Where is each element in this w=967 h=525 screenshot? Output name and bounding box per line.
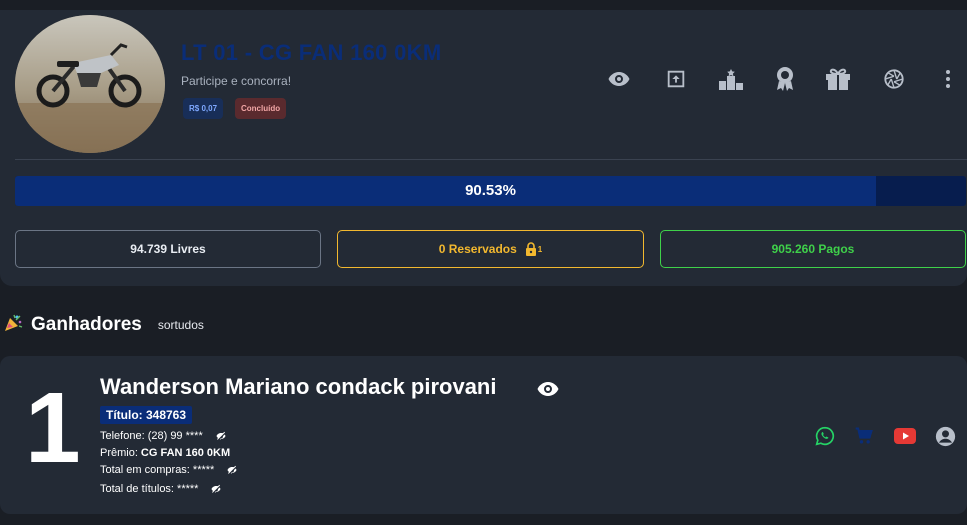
raffle-image — [15, 15, 165, 153]
eye-off-icon[interactable] — [210, 483, 222, 495]
reserved-numbers-label: 0 Reservados — [438, 242, 517, 256]
party-popper-icon — [3, 313, 23, 338]
lock-icon — [525, 242, 536, 256]
winner-phone-row: Telefone: (28) 99 **** — [100, 430, 227, 442]
more-vert-icon[interactable] — [935, 66, 961, 92]
divider — [15, 159, 967, 160]
reserved-numbers-button[interactable]: 0 Reservados 1 — [337, 230, 644, 268]
eye-icon[interactable] — [606, 66, 632, 92]
winner-total-purchases: Total em compras: ***** — [100, 464, 215, 476]
winner-total-titles: Total de títulos: ***** — [100, 483, 199, 495]
raffle-subtitle: Participe e concorra! — [181, 74, 292, 88]
cart-icon[interactable] — [853, 425, 875, 447]
whatsapp-icon[interactable] — [814, 425, 836, 447]
winner-rank: 1 — [25, 372, 81, 484]
youtube-icon[interactable] — [894, 425, 916, 447]
price-badge: R$ 0,07 — [183, 98, 224, 119]
winners-subtitle: sortudos — [157, 318, 204, 332]
free-numbers-button[interactable]: 94.739 Livres — [15, 230, 321, 268]
raffle-title: LT 01 - CG FAN 160 0KM — [181, 40, 442, 65]
winner-prize-row: Prêmio: CG FAN 160 0KM — [100, 447, 230, 459]
status-badge: Concluído — [235, 98, 287, 119]
free-numbers-label: 94.739 Livres — [130, 242, 206, 256]
paid-numbers-button[interactable]: 905.260 Pagos — [660, 230, 966, 268]
gift-icon[interactable] — [825, 66, 851, 92]
winner-prize-value: CG FAN 160 0KM — [140, 447, 231, 459]
paid-numbers-label: 905.260 Pagos — [771, 242, 855, 256]
winner-phone: Telefone: (28) 99 **** — [100, 430, 203, 442]
winner-titles-row: Total de títulos: ***** — [100, 483, 222, 495]
upload-icon[interactable] — [663, 66, 689, 92]
winner-card: 1 Wanderson Mariano condack pirovani Tít… — [0, 356, 967, 514]
winner-ticket: Título: 348763 — [100, 406, 193, 424]
progress-bar: 90.53% — [15, 176, 966, 206]
aperture-icon[interactable] — [881, 66, 907, 92]
award-icon[interactable] — [772, 66, 798, 92]
lock-indicator: 1 — [525, 242, 542, 256]
raffle-card: LT 01 - CG FAN 160 0KM Participe e conco… — [0, 10, 967, 286]
eye-off-icon[interactable] — [226, 464, 238, 476]
winners-header: Ganhadores sortudos — [3, 313, 204, 337]
winner-purchases-row: Total em compras: ***** — [100, 464, 238, 476]
winner-name: Wanderson Mariano condack pirovani — [100, 374, 497, 399]
podium-icon[interactable] — [718, 66, 744, 92]
winner-prize-label: Prêmio: — [100, 447, 138, 459]
progress-label: 90.53% — [465, 182, 516, 199]
account-icon[interactable] — [934, 425, 956, 447]
eye-off-icon[interactable] — [215, 430, 227, 442]
eye-icon[interactable] — [536, 377, 560, 406]
lock-count: 1 — [537, 244, 543, 254]
winners-title: Ganhadores — [31, 314, 142, 335]
